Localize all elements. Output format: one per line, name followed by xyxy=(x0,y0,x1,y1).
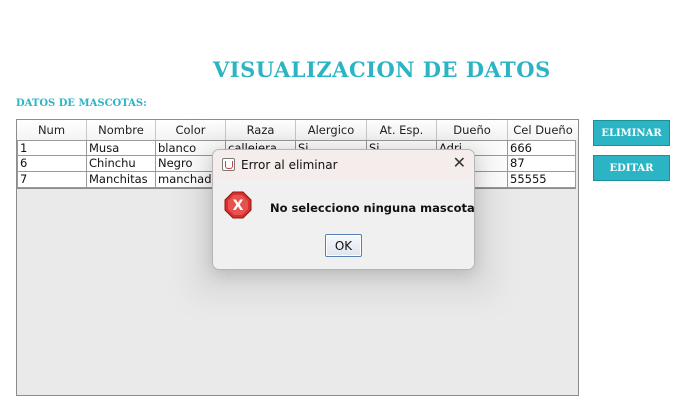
column-header-alergico[interactable]: Alergico xyxy=(296,120,367,140)
table-cell[interactable]: Chinchu xyxy=(87,156,156,172)
column-header-nombre[interactable]: Nombre xyxy=(87,120,156,140)
editar-button[interactable]: EDITAR xyxy=(593,155,670,181)
table-cell[interactable]: 7 xyxy=(17,172,87,188)
table-cell[interactable]: Manchitas xyxy=(87,172,156,188)
column-header-color[interactable]: Color xyxy=(156,120,226,140)
column-header-dueno[interactable]: Dueño xyxy=(437,120,508,140)
table-cell[interactable]: Musa xyxy=(87,140,156,156)
page-title: VISUALIZACION DE DATOS xyxy=(213,57,551,82)
table-cell[interactable]: 666 xyxy=(508,140,576,156)
table-header: Num Nombre Color Raza Alergico At. Esp. … xyxy=(17,120,578,140)
error-x-icon: X xyxy=(224,191,252,219)
column-header-raza[interactable]: Raza xyxy=(226,120,296,140)
table-cell[interactable]: 87 xyxy=(508,156,576,172)
column-header-cel-dueno[interactable]: Cel Dueño xyxy=(508,120,578,140)
java-cup-icon xyxy=(222,158,235,171)
dialog-close-icon[interactable]: ✕ xyxy=(453,155,466,171)
table-cell[interactable]: 1 xyxy=(17,140,87,156)
table-cell[interactable]: 55555 xyxy=(508,172,576,188)
dialog-title: Error al eliminar xyxy=(241,158,338,172)
column-header-num[interactable]: Num xyxy=(17,120,87,140)
dialog-message: No selecciono ninguna mascota xyxy=(270,201,475,215)
ok-button[interactable]: OK xyxy=(325,234,362,257)
dialog-titlebar: Error al eliminar ✕ xyxy=(213,150,474,180)
svg-text:X: X xyxy=(233,198,244,214)
error-dialog: Error al eliminar ✕ X No selecciono ning… xyxy=(212,149,475,270)
table-cell[interactable]: 6 xyxy=(17,156,87,172)
eliminar-button[interactable]: ELIMINAR xyxy=(593,120,670,146)
section-label: DATOS DE MASCOTAS: xyxy=(16,98,147,109)
column-header-at-esp[interactable]: At. Esp. xyxy=(367,120,437,140)
